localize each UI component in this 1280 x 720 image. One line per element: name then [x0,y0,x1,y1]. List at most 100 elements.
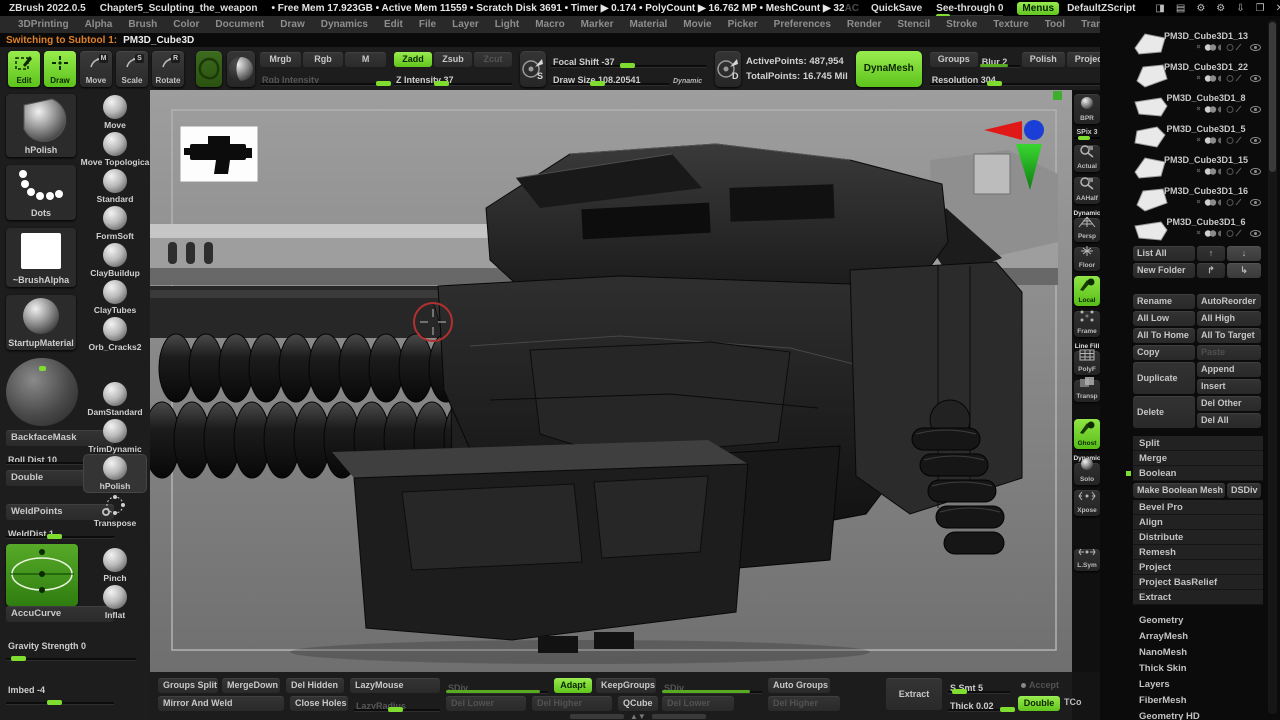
del-all-button[interactable]: Del All [1197,413,1261,428]
gravity-strength-slider[interactable]: Gravity Strength 0 [6,636,136,660]
color-picker-sphere[interactable] [6,358,78,426]
menu-brush[interactable]: Brush [120,19,165,30]
visibility-eye-icon[interactable] [1250,230,1261,237]
move-down-button[interactable]: ↓ [1227,246,1261,261]
current-brush-button[interactable] [196,51,222,87]
make-boolean-mesh-button[interactable]: Make Boolean Mesh [1133,483,1225,498]
brush-trimdynamic[interactable]: TrimDynamic [84,418,146,455]
del-lower-button[interactable]: Del Lower [662,696,734,711]
copy-button[interactable]: Copy [1133,345,1195,360]
s-smt-slider[interactable]: S Smt 5 [948,678,1010,693]
menu-layer[interactable]: Layer [444,19,487,30]
imbed-slider[interactable]: Imbed -4 [6,680,114,704]
panel-toggle-icon[interactable]: ◨ [1155,3,1164,14]
section-extract[interactable]: Extract [1133,590,1263,605]
dynamic-mode-toggle[interactable]: Dynamic [673,78,702,85]
l-sym-button[interactable]: L.Sym [1074,549,1100,571]
menu-stroke[interactable]: Stroke [938,19,985,30]
zadd-button[interactable]: Zadd [394,52,432,67]
subtool-item[interactable]: PM3D_Cube3D1_6 [1133,215,1263,246]
visibility-eye-icon[interactable] [1250,44,1261,51]
mirror-and-weld-button[interactable]: Mirror And Weld [158,696,284,711]
menu-draw[interactable]: Draw [272,19,312,30]
shelf-scroll-arrows[interactable]: ▲▼ [570,712,706,720]
menu-document[interactable]: Document [207,19,272,30]
section-geometry[interactable]: Geometry [1133,613,1263,629]
extract-button[interactable]: Extract [886,678,942,710]
folder-arrow-button[interactable]: ↱ [1197,263,1225,278]
bpr-button[interactable]: BPR [1074,94,1100,124]
menu-texture[interactable]: Texture [985,19,1036,30]
alpha-picker-button[interactable]: D [715,51,741,87]
move-up-button[interactable]: ↑ [1197,246,1225,261]
section-align[interactable]: Align [1133,515,1263,530]
brush-formsoft[interactable]: FormSoft [84,205,146,242]
menu-preferences[interactable]: Preferences [766,19,839,30]
visibility-eye-icon[interactable] [1250,168,1261,175]
thick-slider[interactable]: Thick 0.02 [948,696,1010,711]
visibility-eye-icon[interactable] [1250,199,1261,206]
menu-alpha[interactable]: Alpha [77,19,121,30]
section-project-basrelief[interactable]: Project BasRelief [1133,575,1263,590]
all-low-button[interactable]: All Low [1133,311,1195,326]
blur-slider[interactable]: Blur 2 [980,52,1020,67]
section-remesh[interactable]: Remesh [1133,545,1263,560]
polyf-button[interactable]: PolyF [1074,351,1100,375]
menu-macro[interactable]: Macro [527,19,572,30]
duplicate-button[interactable]: Duplicate [1133,362,1195,394]
lazyradius-slider[interactable]: LazyRadius [354,696,440,711]
sdiv-slider[interactable]: SDiv [662,678,762,693]
menu-marker[interactable]: Marker [573,19,622,30]
double-button[interactable]: Double [1018,696,1060,711]
all-to-home-button[interactable]: All To Home [1133,328,1195,343]
dots-thumbnail[interactable]: Dots [6,165,76,220]
focal-shift-slider[interactable]: Focal Shift -37 [551,52,707,67]
menu-stencil[interactable]: Stencil [889,19,938,30]
mergedown-button[interactable]: MergeDown [222,678,280,693]
list-all-button[interactable]: List All [1133,246,1195,261]
zsub-button[interactable]: Zsub [434,52,472,67]
startupmaterial-thumbnail[interactable]: StartupMaterial [6,295,76,350]
scale-mode-button[interactable]: SScale [116,51,148,87]
delete-button[interactable]: Delete [1133,396,1195,428]
menu-movie[interactable]: Movie [675,19,719,30]
transp-button[interactable]: Transp [1074,380,1100,402]
del-higher-button[interactable]: Del Higher [768,696,840,711]
brush-move-topologica[interactable]: Move Topologica [84,131,146,168]
persp-button[interactable]: Persp [1074,218,1100,242]
quicksave-button[interactable]: QuickSave [871,3,922,14]
subtool-item[interactable]: PM3D_Cube3D1_5 [1133,122,1263,153]
menu-tool[interactable]: Tool [1037,19,1073,30]
download-icon[interactable]: ⇩ [1236,3,1244,14]
m-button[interactable]: M [345,52,386,67]
del-other-button[interactable]: Del Other [1197,396,1261,411]
menu-3dprinting[interactable]: 3DPrinting [10,19,77,30]
section-distribute[interactable]: Distribute [1133,530,1263,545]
draw-size-slider[interactable]: Draw Size 108.20541 [551,70,669,85]
adapt-button[interactable]: Adapt [554,678,592,693]
polish-button[interactable]: Polish [1022,52,1065,67]
menu-picker[interactable]: Picker [720,19,766,30]
menu-edit[interactable]: Edit [376,19,411,30]
accept-button[interactable]: Accept [1016,678,1060,693]
mrgb-button[interactable]: Mrgb [260,52,301,67]
rgb-button[interactable]: Rgb [303,52,344,67]
xpose-button[interactable]: Xpose [1074,490,1100,516]
brush-claytubes[interactable]: ClayTubes [84,279,146,316]
resolution-slider[interactable]: Resolution 304 [930,70,1122,85]
brush-orb-cracks2[interactable]: Orb_Cracks2 [84,316,146,353]
del-higher-button[interactable]: Del Higher [532,696,612,711]
zcut-button[interactable]: Zcut [474,52,512,67]
autoreorder-button[interactable]: AutoReorder [1197,294,1261,309]
section-boolean[interactable]: Boolean [1133,466,1263,481]
brush-inflat[interactable]: Inflat [84,584,146,621]
section-fibermesh[interactable]: FiberMesh [1133,693,1263,709]
sculpt-canvas[interactable] [150,90,1072,672]
subtool-item[interactable]: PM3D_Cube3D1_8 [1133,91,1263,122]
dsdiv-button[interactable]: DSDiv [1227,483,1261,498]
current-material-button[interactable] [227,51,255,87]
section-arraymesh[interactable]: ArrayMesh [1133,629,1263,645]
move-mode-button[interactable]: MMove [80,51,112,87]
stroke-picker-button[interactable]: S [520,51,546,87]
del-lower-button[interactable]: Del Lower [446,696,526,711]
